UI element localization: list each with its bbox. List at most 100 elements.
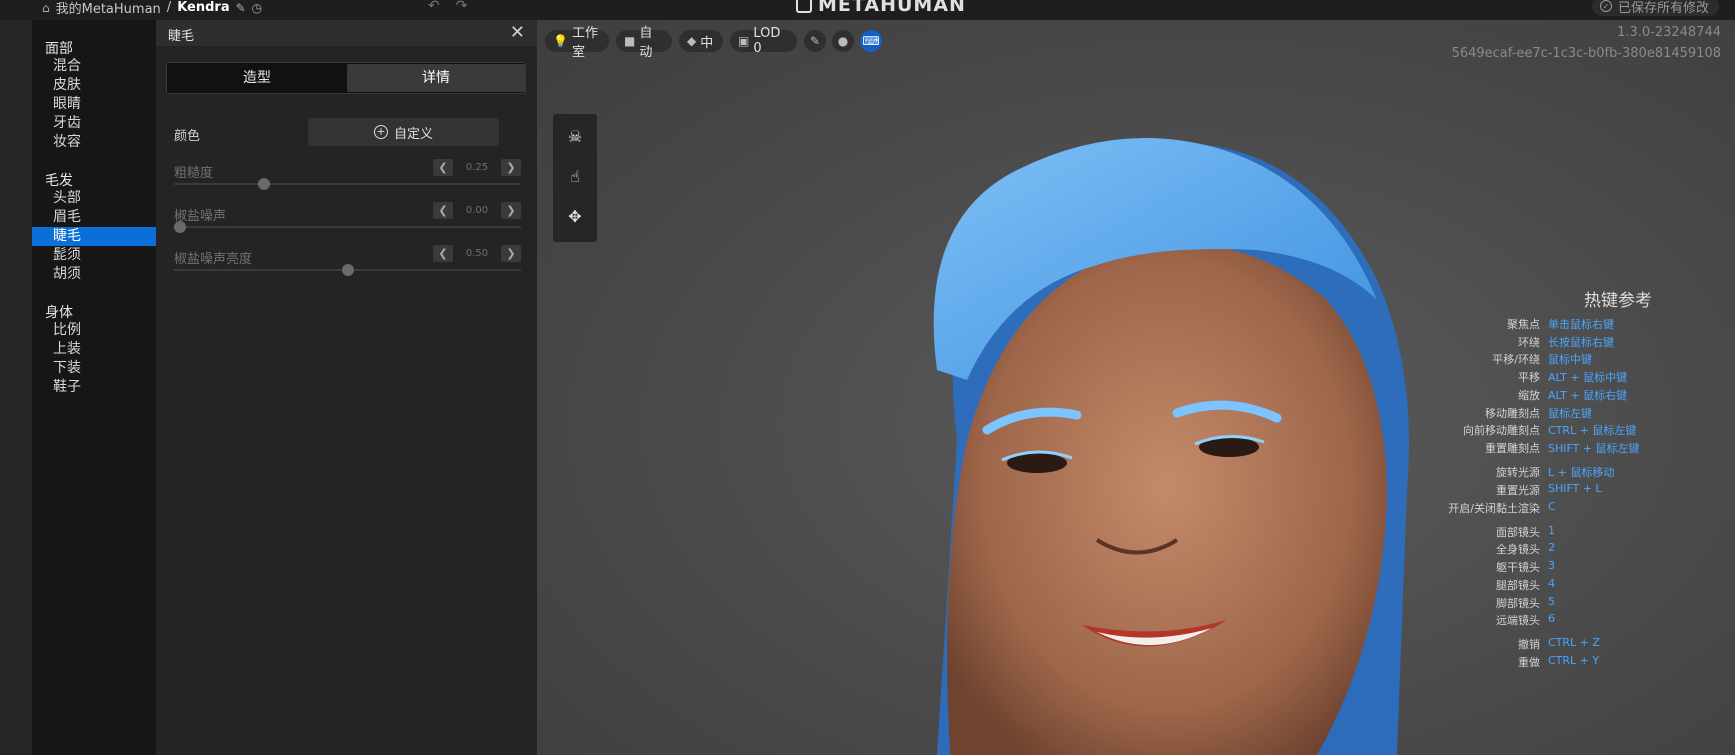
top-bar: ⌂ 我的MetaHuman / Kendra ✎ ◷ ↶ ↷ METAHUMAN… [0, 0, 1735, 20]
nav-section-body: 身体 [45, 305, 73, 321]
skull-icon[interactable]: ☠ [553, 116, 597, 156]
breadcrumb: ⌂ 我的MetaHuman / Kendra ✎ ◷ [42, 0, 262, 17]
undo-icon[interactable]: ↶ [428, 0, 440, 14]
slider-value[interactable]: 0.50 [457, 248, 497, 259]
nav-section-hair: 毛发 [45, 173, 73, 189]
keyboard-hotkeys-button[interactable]: ⌨ [860, 30, 882, 52]
hotkey-shortcut: SHIFT + 鼠标左键 [1548, 441, 1640, 455]
nav-item-head-hair[interactable]: 头部 [32, 189, 156, 208]
render-toggle-button[interactable]: ✎ [804, 30, 826, 52]
chevron-right-icon[interactable]: ❯ [501, 245, 521, 262]
undo-redo: ↶ ↷ [428, 0, 467, 14]
hotkey-action: 全身镜头 [1496, 543, 1540, 557]
version-number: 1.3.0-23248744 [1617, 25, 1721, 40]
close-icon[interactable]: ✕ [510, 22, 525, 43]
diamond-icon: ◆ [687, 34, 697, 48]
history-icon[interactable]: ◷ [252, 1, 262, 15]
hotkey-shortcut: 鼠标中键 [1548, 353, 1592, 367]
chevron-left-icon[interactable]: ❮ [433, 245, 453, 262]
tab-details[interactable]: 详情 [347, 64, 525, 92]
hotkey-action: 远端镜头 [1496, 614, 1540, 628]
hotkey-action: 重置雕刻点 [1485, 441, 1540, 455]
hotkey-row: 远端镜头 6 [1370, 612, 1730, 629]
version-info: 1.3.0-23248744 5649ecaf-ee7c-1c3c-b0fb-3… [1452, 22, 1721, 64]
quality-label: 中 [700, 35, 714, 51]
hotkey-shortcut: CTRL + Y [1548, 654, 1600, 668]
hotkey-action: 重置光源 [1496, 483, 1540, 497]
breadcrumb-home[interactable]: 我的MetaHuman [56, 0, 161, 17]
nav-item-eyelashes[interactable]: 睫毛 [32, 227, 156, 246]
hotkey-action: 脚部镜头 [1496, 596, 1540, 610]
camera-mode-button[interactable]: ■ 自动 [616, 26, 672, 60]
hotkey-row: 脚部镜头 5 [1370, 595, 1730, 612]
check-icon: ✓ [1600, 0, 1612, 12]
hotkey-action: 开启/关闭黏土渲染 [1448, 501, 1540, 515]
lod-button[interactable]: ▣ LOD 0 [730, 26, 797, 56]
slider-stepper: ❮ 0.25 ❯ [433, 159, 521, 176]
slider-handle[interactable] [174, 221, 186, 233]
custom-color-button[interactable]: + 自定义 [308, 118, 499, 146]
nav-item-eyebrows[interactable]: 眉毛 [32, 208, 156, 227]
hotkey-action: 向前移动雕刻点 [1463, 424, 1540, 438]
hotkey-shortcut: 1 [1548, 523, 1555, 537]
home-icon[interactable]: ⌂ [42, 1, 50, 15]
nav-item-eyes[interactable]: 眼睛 [32, 95, 156, 114]
slider-handle[interactable] [341, 264, 354, 276]
slider-value[interactable]: 0.00 [457, 205, 497, 216]
hotkey-shortcut: C [1548, 499, 1556, 513]
panel-header: 睫毛 ✕ [156, 20, 537, 46]
nav-item-shoes[interactable]: 鞋子 [32, 378, 156, 397]
slider-label: 椒盐噪声亮度 [174, 252, 253, 267]
hotkey-action: 面部镜头 [1496, 525, 1540, 539]
hotkey-row: 全身镜头 2 [1370, 541, 1730, 558]
redo-icon[interactable]: ↷ [456, 0, 468, 14]
nav-item-blend[interactable]: 混合 [32, 57, 156, 76]
chevron-left-icon[interactable]: ❮ [433, 202, 453, 219]
hotkey-action: 移动雕刻点 [1485, 406, 1540, 420]
sphere-icon: ● [837, 34, 849, 48]
nav-item-beard[interactable]: 胡须 [32, 265, 156, 284]
studio-lighting-button[interactable]: 💡 工作室 [545, 26, 609, 60]
nav-item-skin[interactable]: 皮肤 [32, 76, 156, 95]
slider-track[interactable] [174, 183, 521, 185]
nav-item-bottom[interactable]: 下装 [32, 359, 156, 378]
sculpt-hand-icon[interactable]: ☝ [553, 156, 597, 196]
hotkey-action: 环绕 [1518, 335, 1540, 349]
chevron-right-icon[interactable]: ❯ [501, 202, 521, 219]
hotkey-row: 移动雕刻点 鼠标左键 [1370, 405, 1730, 422]
quality-button[interactable]: ◆ 中 [679, 30, 723, 52]
hotkey-row: 撤销 CTRL + Z [1370, 636, 1730, 653]
chevron-right-icon[interactable]: ❯ [501, 159, 521, 176]
breadcrumb-character-name: Kendra [177, 0, 230, 15]
plus-circle-icon: + [373, 125, 388, 139]
nav-item-makeup[interactable]: 妆容 [32, 133, 156, 152]
salt-pepper-brightness-slider: 椒盐噪声亮度 ❮ 0.50 ❯ [174, 245, 521, 284]
move-arrows-icon[interactable]: ✥ [553, 196, 597, 236]
slider-handle[interactable] [257, 178, 270, 190]
hotkey-row: 重做 CTRL + Y [1370, 654, 1730, 671]
nav-item-proportions[interactable]: 比例 [32, 321, 156, 340]
save-status-text: 已保存所有修改 [1618, 0, 1710, 16]
panel-title: 睫毛 [168, 29, 195, 44]
edit-icon[interactable]: ✎ [236, 1, 246, 15]
lod-label: LOD 0 [753, 26, 781, 56]
hotkey-row: 旋转光源 L + 鼠标移动 [1370, 464, 1730, 481]
salt-pepper-noise-slider: 椒盐噪声 ❮ 0.00 ❯ [174, 202, 521, 241]
hotkey-shortcut: CTRL + Z [1548, 636, 1600, 650]
nav-item-mustache[interactable]: 髭须 [32, 246, 156, 265]
hotkey-shortcut: 鼠标左键 [1548, 406, 1592, 420]
camera-mode-label: 自动 [639, 26, 653, 60]
tab-style[interactable]: 造型 [168, 64, 346, 92]
light-bulb-icon: 💡 [553, 34, 568, 48]
hotkey-row: 腿部镜头 4 [1370, 577, 1730, 594]
chevron-left-icon[interactable]: ❮ [433, 159, 453, 176]
nav-item-teeth[interactable]: 牙齿 [32, 114, 156, 133]
nav-item-top[interactable]: 上装 [32, 340, 156, 359]
hotkey-shortcut: CTRL + 鼠标左键 [1548, 424, 1637, 438]
material-toggle-button[interactable]: ● [832, 30, 854, 52]
viewport-side-tools: ☠ ☝ ✥ [553, 114, 597, 242]
hotkey-row: 重置光源 SHIFT + L [1370, 482, 1730, 499]
slider-value[interactable]: 0.25 [457, 162, 497, 173]
slider-track[interactable] [174, 226, 521, 228]
keyboard-icon: ⌨ [862, 34, 880, 48]
